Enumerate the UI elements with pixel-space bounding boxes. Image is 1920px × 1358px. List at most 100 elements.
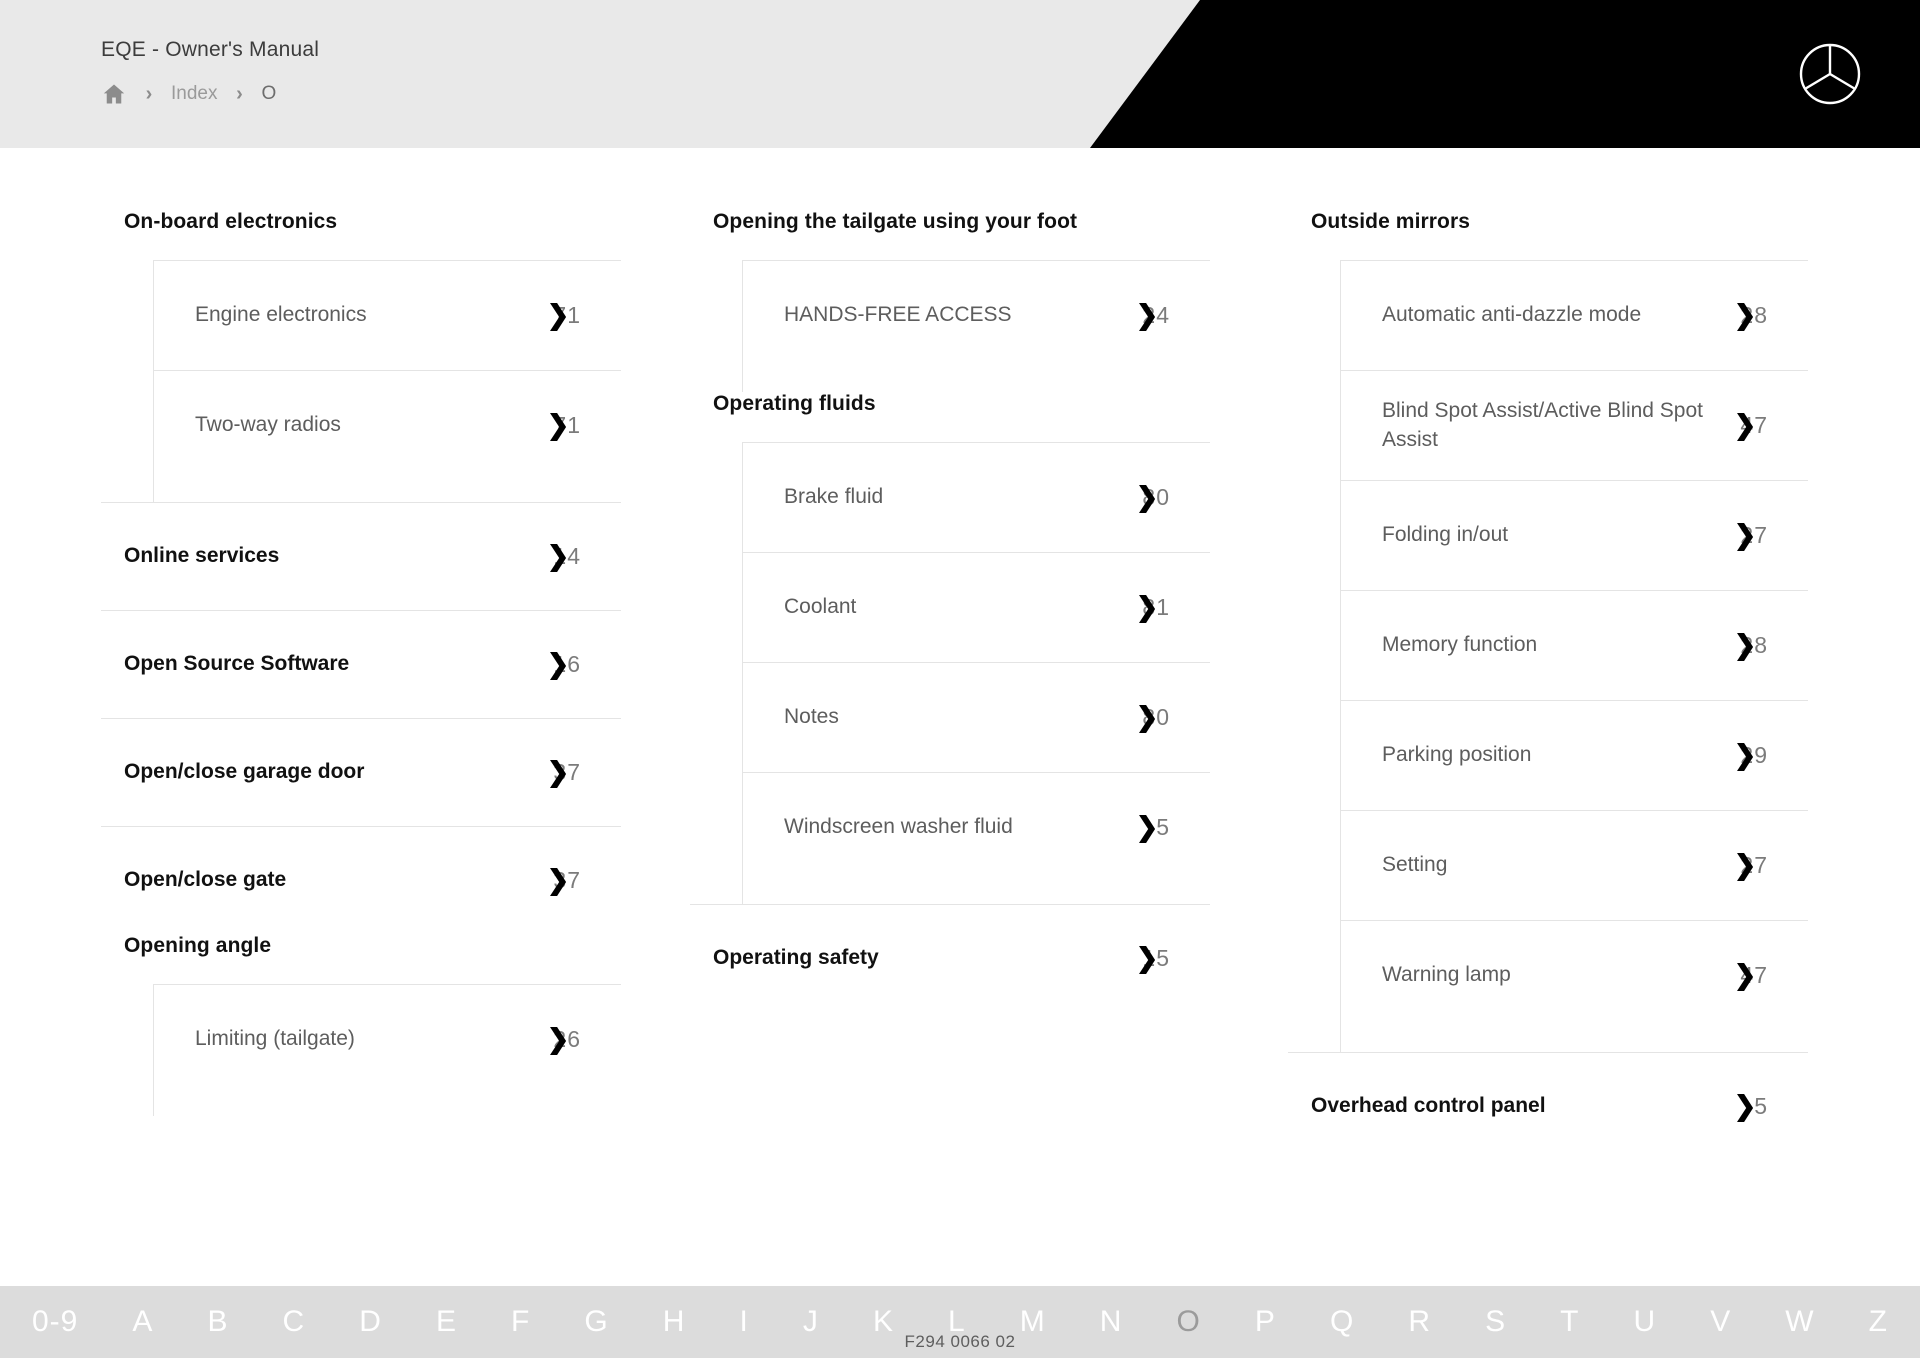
alphabet-letter-i[interactable]: I <box>736 1305 753 1339</box>
chevron-right-icon: ❯ <box>546 864 571 895</box>
alphabet-letter-d[interactable]: D <box>355 1305 386 1339</box>
index-entry-row[interactable]: Operating safety 1 ❯ 5 <box>690 904 1210 1012</box>
index-subentry-row[interactable]: Two-way radios 7 ❯ 1 <box>154 370 621 480</box>
index-entry-label: Online services <box>124 544 280 568</box>
index-subentry-row[interactable]: Windscreen washer fluid ❯ 5 <box>743 772 1210 882</box>
chevron-right-icon: ❯ <box>546 1023 571 1054</box>
chevron-right-icon: ❯ <box>1135 481 1160 512</box>
page-number[interactable]: 8 ❯ 0 <box>1126 701 1170 732</box>
index-entry-row[interactable]: Overhead control panel ❯ 5 <box>1288 1052 1808 1160</box>
index-subentry-row[interactable]: Automatic anti-dazzle mode 2 ❯ 8 <box>1341 260 1808 370</box>
alphabet-letter-p[interactable]: P <box>1251 1305 1280 1339</box>
index-column-3: Outside mirrors Automatic anti-dazzle mod… <box>1288 210 1808 1160</box>
alphabet-letter-v[interactable]: V <box>1706 1305 1735 1339</box>
index-subentry-row[interactable]: Parking position 2 ❯ 9 <box>1341 700 1808 810</box>
chevron-right-icon: ❯ <box>1135 701 1160 732</box>
page-number[interactable]: ❯ 5 <box>1724 1090 1768 1121</box>
index-subentry-group: Engine electronics 7 ❯ 1 Two-way radios 7 ❯ 1 <box>153 260 621 480</box>
home-icon[interactable] <box>101 81 127 107</box>
page-number[interactable]: 1 ❯ 5 <box>1126 942 1170 973</box>
chevron-right-icon: ❯ <box>546 299 571 330</box>
alphabet-letter-j[interactable]: J <box>799 1305 823 1339</box>
alphabet-letter-t[interactable]: T <box>1556 1305 1583 1339</box>
index-subentry-row[interactable]: Engine electronics 7 ❯ 1 <box>154 260 621 370</box>
chevron-right-icon: ❯ <box>1135 811 1160 842</box>
index-entry-label: Limiting (tailgate) <box>195 1027 355 1051</box>
index-subentry-row[interactable]: Notes 8 ❯ 0 <box>743 662 1210 772</box>
page-number[interactable]: 8 ❯ 0 <box>1126 481 1170 512</box>
chevron-right-icon: ❯ <box>1733 519 1758 550</box>
chevron-right-icon: ❯ <box>1135 942 1160 973</box>
page-number[interactable]: 7 ❯ 1 <box>537 409 581 440</box>
page-number[interactable]: 2 ❯ 7 <box>1724 851 1768 879</box>
index-subentry-group: Limiting (tailgate) 2 ❯ 6 <box>153 984 621 1094</box>
index-subentry-row[interactable]: Blind Spot Assist/Active Blind Spot Assi… <box>1341 370 1808 480</box>
alphabet-letter-a[interactable]: A <box>128 1305 157 1339</box>
index-entry-row[interactable]: Open Source Software 1 ❯ 6 <box>101 610 621 718</box>
page-number[interactable]: 2 ❯ 4 <box>1126 299 1170 330</box>
breadcrumb-item-index[interactable]: Index <box>171 81 217 107</box>
index-subentry-row[interactable]: Setting 2 ❯ 7 <box>1341 810 1808 920</box>
index-entry-row[interactable]: Open/close garage door 3 ❯ 7 <box>101 718 621 826</box>
page-number[interactable]: 4 ❯ 7 <box>1724 961 1768 989</box>
page-number[interactable]: 8 ❯ 1 <box>1126 591 1170 622</box>
page-number[interactable]: 1 ❯ 4 <box>537 542 581 570</box>
alphabet-letter-0-9[interactable]: 0-9 <box>28 1305 82 1339</box>
page-number[interactable]: 3 ❯ 7 <box>537 758 581 786</box>
index-group-rule-end <box>742 882 1210 904</box>
chevron-right-icon: ❯ <box>1733 1090 1758 1121</box>
page-number[interactable]: 2 ❯ 8 <box>1724 301 1768 329</box>
index-subentry-group: HANDS-FREE ACCESS 2 ❯ 4 <box>742 260 1210 370</box>
alphabet-letter-w[interactable]: W <box>1781 1305 1818 1339</box>
page-number[interactable]: 7 ❯ 1 <box>537 299 581 330</box>
alphabet-letter-c[interactable]: C <box>279 1305 310 1339</box>
index-subentry-row[interactable]: Coolant 8 ❯ 1 <box>743 552 1210 662</box>
index-subentry-row[interactable]: Warning lamp 4 ❯ 7 <box>1341 920 1808 1030</box>
alphabet-letter-e[interactable]: E <box>432 1305 461 1339</box>
chevron-right-icon: ❯ <box>546 409 571 440</box>
alphabet-letter-h[interactable]: H <box>659 1305 690 1339</box>
alphabet-letter-o[interactable]: O <box>1173 1305 1205 1339</box>
index-subentry-row[interactable]: Memory function 2 ❯ 8 <box>1341 590 1808 700</box>
alphabet-letter-s[interactable]: S <box>1481 1305 1510 1339</box>
page-number[interactable]: 2 ❯ 7 <box>1724 519 1768 550</box>
page-number[interactable]: ❯ 5 <box>1126 811 1170 842</box>
index-entry-label: Memory function <box>1382 633 1538 657</box>
breadcrumb-separator-2: › <box>236 83 243 105</box>
index-entry-label: HANDS-FREE ACCESS <box>784 303 1012 327</box>
index-subentry-group: Brake fluid 8 ❯ 0 Coolant 8 ❯ 1 Notes 8 ❯ 0 Windscre… <box>742 442 1210 882</box>
alphabet-letter-n[interactable]: N <box>1096 1305 1127 1339</box>
page-number[interactable]: 1 ❯ 6 <box>537 650 581 678</box>
alphabet-letter-z[interactable]: Z <box>1865 1305 1892 1339</box>
page-number[interactable]: 2 ❯ 6 <box>537 1023 581 1054</box>
chevron-right-icon: ❯ <box>1135 591 1160 622</box>
index-subentry-row[interactable]: Limiting (tailgate) 2 ❯ 6 <box>154 984 621 1094</box>
index-subentry-row[interactable]: Brake fluid 8 ❯ 0 <box>743 442 1210 552</box>
index-entry-label: Warning lamp <box>1382 963 1511 987</box>
index-subentry-row[interactable]: Folding in/out 2 ❯ 7 <box>1341 480 1808 590</box>
document-code: F294 0066 02 <box>904 1332 1016 1351</box>
alphabet-letter-r[interactable]: R <box>1404 1305 1435 1339</box>
page-number[interactable]: 2 ❯ 9 <box>1724 741 1768 769</box>
index-entry-label: Automatic anti-dazzle mode <box>1382 303 1642 327</box>
breadcrumb-item-current: O <box>261 83 277 104</box>
alphabet-letter-b[interactable]: B <box>203 1305 232 1339</box>
index-entry-row[interactable]: Online services 1 ❯ 4 <box>101 502 621 610</box>
page-number[interactable]: 4 ❯ 7 <box>1724 411 1768 439</box>
index-subentry-row[interactable]: HANDS-FREE ACCESS 2 ❯ 4 <box>743 260 1210 370</box>
alphabet-letter-f[interactable]: F <box>507 1305 534 1339</box>
chevron-right-icon: ❯ <box>1135 299 1160 330</box>
index-entry-label: Parking position <box>1382 743 1532 767</box>
header-black-panel <box>1090 0 1920 148</box>
index-column-2: Opening the tailgate using your foot HAND… <box>690 210 1210 1012</box>
alphabet-letter-k[interactable]: K <box>869 1305 898 1339</box>
alphabet-letter-u[interactable]: U <box>1630 1305 1661 1339</box>
page-number[interactable]: 2 ❯ 8 <box>1724 631 1768 659</box>
index-group-title: Outside mirrors <box>1311 210 1471 233</box>
alphabet-letter-q[interactable]: Q <box>1326 1305 1358 1339</box>
alphabet-letter-g[interactable]: G <box>580 1305 612 1339</box>
index-entry-label: Coolant <box>784 595 857 619</box>
alphabet-letter-m[interactable]: M <box>1016 1305 1050 1339</box>
page-number[interactable]: 3 ❯ 7 <box>537 864 581 895</box>
index-entry-row[interactable]: Open/close gate 3 ❯ 7 <box>101 826 621 934</box>
